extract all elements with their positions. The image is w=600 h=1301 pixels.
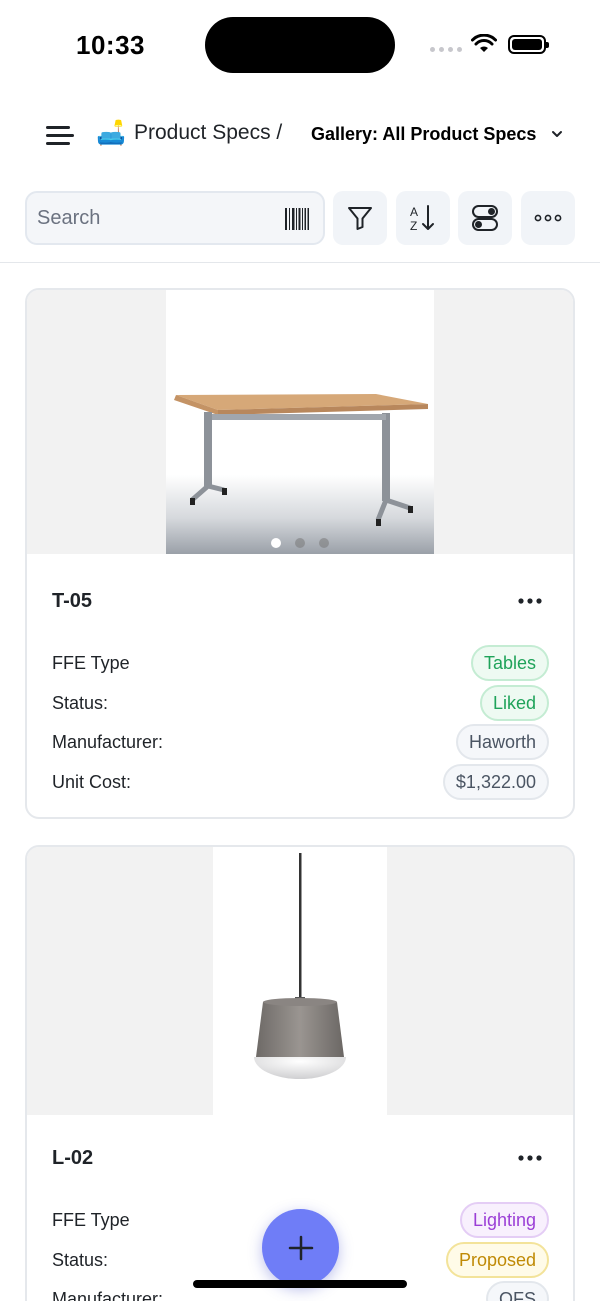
search-box (25, 191, 325, 245)
wifi-icon (471, 34, 497, 52)
field-label: FFE Type (52, 653, 130, 673)
carousel-dots (27, 538, 573, 548)
field-label: Manufacturer: (52, 1289, 164, 1301)
plus-icon (288, 1235, 313, 1260)
field-ffe-type: FFE Type Tables (52, 645, 549, 681)
toggle-fields-icon (472, 205, 498, 231)
fields-button[interactable] (458, 191, 512, 245)
cellular-signal-icon (430, 47, 462, 52)
card-image-carousel[interactable] (27, 290, 573, 554)
toolbar-divider (0, 262, 600, 263)
toolbar: A Z (0, 190, 600, 246)
spec-card[interactable]: T-05 FFE Type Tables Status: Liked Manuf… (25, 288, 575, 819)
add-record-button[interactable] (262, 1209, 339, 1286)
breadcrumb[interactable]: Product Specs / (134, 121, 282, 145)
carousel-dot[interactable] (319, 538, 329, 548)
chevron-down-icon[interactable] (550, 127, 564, 141)
field-label: Status: (52, 1250, 109, 1270)
menu-button[interactable] (46, 123, 76, 147)
field-label: Unit Cost: (52, 772, 132, 792)
filter-icon (348, 207, 372, 230)
sort-button[interactable]: A Z (396, 191, 450, 245)
ffe-type-tag: Lighting (459, 1202, 549, 1238)
view-title[interactable]: Gallery: All Product Specs (311, 124, 536, 145)
field-unit-cost: Unit Cost: $1,322.00 (52, 764, 549, 800)
home-indicator[interactable] (193, 1280, 407, 1288)
folding-table-photo (166, 290, 434, 554)
card-title: L-02 (52, 1147, 94, 1169)
card-image[interactable] (27, 847, 573, 1115)
app-icon: 🛋️ (96, 120, 126, 147)
battery-icon (508, 35, 549, 54)
status-bar: 10:33 (0, 0, 600, 90)
dynamic-island (205, 17, 395, 73)
unit-cost-tag: $1,322.00 (442, 764, 549, 800)
search-input[interactable] (37, 203, 277, 233)
barcode-icon[interactable] (285, 208, 309, 230)
field-label: FFE Type (52, 1210, 130, 1230)
ffe-type-tag: Tables (470, 645, 549, 681)
svg-text:Z: Z (410, 219, 417, 233)
app-header: 🛋️ Product Specs / Gallery: All Product … (0, 105, 600, 165)
card-more-icon[interactable] (517, 597, 543, 605)
carousel-dot[interactable] (271, 538, 281, 548)
filter-button[interactable] (333, 191, 387, 245)
carousel-dot[interactable] (295, 538, 305, 548)
field-label: Status: (52, 693, 109, 713)
more-icon (534, 214, 562, 222)
card-more-icon[interactable] (517, 1154, 543, 1162)
manufacturer-tag: OFS (485, 1281, 549, 1301)
svg-text:A: A (410, 205, 418, 219)
status-tag: Liked (479, 685, 549, 721)
card-title: T-05 (52, 590, 93, 612)
manufacturer-tag: Haworth (455, 724, 549, 760)
more-button[interactable] (521, 191, 575, 245)
field-label: Manufacturer: (52, 732, 164, 752)
field-status: Status: Liked (52, 685, 549, 721)
status-tag: Proposed (445, 1242, 549, 1278)
field-manufacturer: Manufacturer: Haworth (52, 724, 549, 760)
clock: 10:33 (76, 30, 145, 60)
sort-az-icon: A Z (410, 205, 434, 233)
pendant-lamp-photo (213, 847, 387, 1115)
